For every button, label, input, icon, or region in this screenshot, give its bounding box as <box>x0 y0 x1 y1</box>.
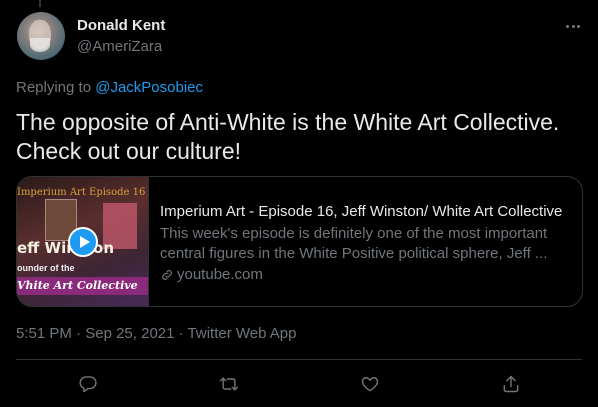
link-icon <box>162 269 172 280</box>
tweet-text-line-2: Check out our culture! <box>16 138 242 164</box>
more-dots-icon[interactable] <box>560 16 586 36</box>
dot <box>566 24 570 28</box>
card-description: This week's episode is definitely one of… <box>160 225 548 262</box>
card-thumbnail[interactable]: Imperium Art Episode 16 eff Winston ound… <box>17 177 149 306</box>
thread-connector-line <box>39 0 41 7</box>
card-domain: youtube.com <box>160 266 263 283</box>
avatar[interactable] <box>17 12 65 60</box>
card-title: Imperium Art - Episode 16, Jeff Winston/… <box>160 203 563 220</box>
like-icon <box>361 377 379 392</box>
replying-to-mention-link[interactable]: @JackPosobiec <box>95 79 203 96</box>
like-button[interactable] <box>353 370 387 398</box>
thumbnail-banner-text: Vhite Art Collective <box>17 277 148 295</box>
meta-separator: · <box>71 325 86 342</box>
link-preview-card[interactable]: Imperium Art Episode 16 eff Winston ound… <box>16 176 583 307</box>
action-bar-divider <box>16 359 582 360</box>
retweet-icon <box>219 377 239 391</box>
avatar-beard <box>30 38 50 52</box>
meta-separator: · <box>174 325 188 342</box>
tweet-text-line-1: The opposite of Anti-White is the White … <box>16 109 560 135</box>
tweet-metadata: 5:51 PM · Sep 25, 2021 · Twitter Web App <box>16 325 296 342</box>
retweet-button[interactable] <box>212 370 246 398</box>
thumbnail-sub-text: ounder of the <box>17 263 75 273</box>
tweet-date-link[interactable]: Sep 25, 2021 <box>85 325 174 342</box>
tweet-time-link[interactable]: 5:51 PM <box>16 325 72 342</box>
tweet-text: The opposite of Anti-White is the White … <box>16 108 586 166</box>
reply-button[interactable] <box>71 370 105 398</box>
play-icon[interactable] <box>68 227 98 257</box>
card-domain-text: youtube.com <box>177 266 263 283</box>
author-handle[interactable]: @AmeriZara <box>77 38 162 55</box>
dot <box>576 24 580 28</box>
thumbnail-name-text: eff Winston <box>17 239 114 257</box>
dot <box>571 24 575 28</box>
replying-to: Replying to @JackPosobiec <box>16 79 203 96</box>
share-icon <box>503 375 519 393</box>
thumbnail-title-text: Imperium Art Episode 16 <box>17 187 146 198</box>
reply-icon <box>79 376 97 393</box>
author-display-name[interactable]: Donald Kent <box>77 17 165 34</box>
share-button[interactable] <box>494 370 528 398</box>
replying-to-label: Replying to <box>16 79 92 96</box>
tweet-source-link[interactable]: Twitter Web App <box>188 325 297 342</box>
